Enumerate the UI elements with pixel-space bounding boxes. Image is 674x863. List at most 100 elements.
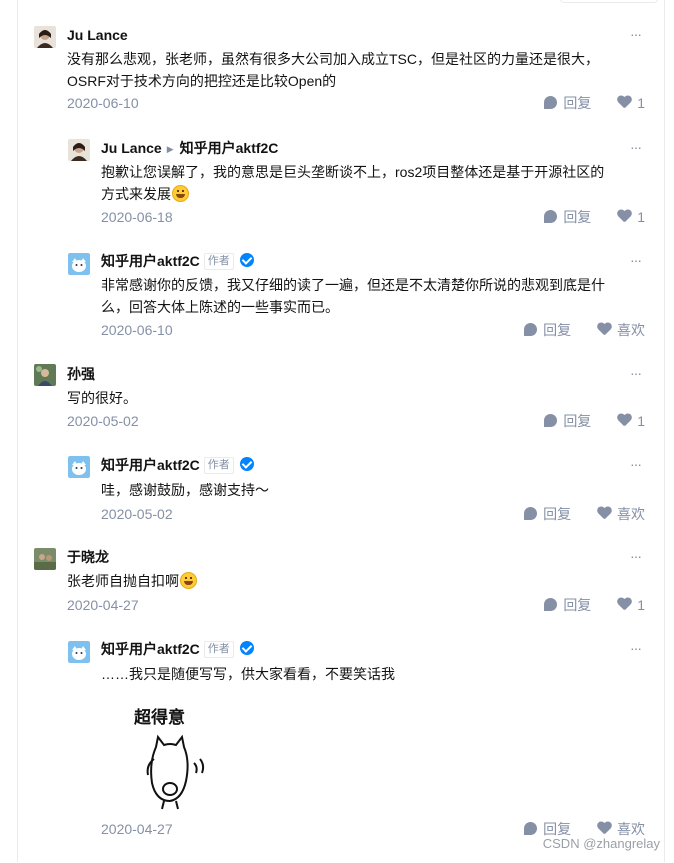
reply-button[interactable]: 回复 [524,504,571,524]
reply-header: 知乎用户aktf2C 作者 [101,251,254,271]
comment-text-line: 没有那么悲观，张老师，虽然有很多大公司加入成立TSC，但是社区的力量还是很大， [67,51,599,67]
comment-actions: 回复 喜欢 [502,504,645,524]
watermark: CSDN @zhangrelay [542,836,660,851]
sticker-image: 超得意 [124,701,214,818]
comment-text: 哇，感谢鼓励，感谢支持～ [101,479,269,501]
reply-label: 回复 [563,95,592,111]
comment-text: 非常感谢你的反馈，我又仔细的读了一遍，但还是不太清楚你所说的悲观到底是什 么，回… [101,274,605,318]
author-name[interactable]: 知乎用户aktf2C [101,457,200,473]
verified-icon [239,641,254,655]
more-icon[interactable]: ··· [630,548,642,564]
comment-text: 没有那么悲观，张老师，虽然有很多大公司加入成立TSC，但是社区的力量还是很大， … [67,48,599,92]
reply-label: 回复 [563,597,592,613]
comment-text: 抱歉让您误解了，我的意思是巨头垄断谈不上，ros2项目整体还是基于开源社区的 方… [101,161,604,205]
author-badge: 作者 [203,457,234,474]
author-name[interactable]: 于晓龙 [67,547,109,567]
more-icon[interactable]: ··· [630,365,642,381]
reply-icon [524,323,538,336]
comment-date: 2020-06-10 [101,322,173,338]
author-name[interactable]: Ju Lance [101,140,162,156]
heart-icon [617,414,631,427]
reply-header: 知乎用户aktf2C 作者 [101,639,254,659]
comment-text-line: 抱歉让您误解了，我的意思是巨头垄断谈不上，ros2项目整体还是基于开源社区的 [101,164,605,180]
like-button[interactable]: 喜欢 [597,504,645,524]
verified-icon [239,253,254,267]
reply-label: 回复 [563,413,592,429]
comment-text: 张老师自抛自扣啊 [67,570,197,592]
reply-to-arrow-icon: ▶ [166,144,174,154]
like-button[interactable]: 1 [617,411,645,431]
author-name[interactable]: Ju Lance [67,25,128,45]
reply-button[interactable]: 回复 [544,93,591,113]
reply-label: 回复 [543,322,572,338]
like-label: 1 [637,413,645,429]
more-icon[interactable]: ··· [630,26,642,42]
heart-icon [617,598,631,611]
reply-icon [524,507,538,520]
reply-to-name[interactable]: 知乎用户aktf2C [180,140,279,156]
grin-emoji-icon [172,185,189,202]
reply-button[interactable]: 回复 [544,595,591,615]
comment-actions: 回复 1 [522,93,645,113]
top-button[interactable] [560,0,658,3]
heart-icon [597,507,611,520]
like-button[interactable]: 喜欢 [597,320,645,340]
reply-icon [544,96,558,109]
sticker-caption: 超得意 [134,707,185,728]
like-button[interactable]: 1 [617,93,645,113]
like-button[interactable]: 1 [617,595,645,615]
reply-header: Ju Lance ▶ 知乎用户aktf2C [101,138,278,159]
reply-label: 回复 [563,209,592,225]
comment-date: 2020-06-18 [101,209,173,225]
author-name[interactable]: 知乎用户aktf2C [101,253,200,269]
heart-icon [597,323,611,336]
reply-icon [524,822,538,835]
author-badge: 作者 [203,641,234,658]
more-icon[interactable]: ··· [630,640,642,656]
verified-icon [239,457,254,471]
comment-text-line: 么，回答大体上陈述的一些事实而已。 [101,299,339,315]
comment-text-line: 写的很好。 [67,390,137,406]
comment-actions: 回复 1 [522,207,645,227]
heart-icon [617,96,631,109]
more-icon[interactable]: ··· [630,252,642,268]
avatar[interactable] [68,641,90,663]
comment-date: 2020-05-02 [67,413,139,429]
like-label: 喜欢 [617,506,645,522]
reply-label: 回复 [543,821,572,837]
comment-list: Ju Lance ··· 没有那么悲观，张老师，虽然有很多大公司加入成立TSC，… [17,0,665,862]
avatar[interactable] [68,139,90,161]
avatar[interactable] [34,26,56,48]
like-button[interactable]: 1 [617,207,645,227]
more-icon[interactable]: ··· [630,456,642,472]
like-label: 1 [637,209,645,225]
comment-date: 2020-04-27 [101,821,173,837]
reply-button[interactable]: 回复 [544,411,591,431]
avatar[interactable] [34,548,56,570]
more-icon[interactable]: ··· [630,139,642,155]
comment-actions: 回复 1 [522,411,645,431]
avatar[interactable] [34,364,56,386]
avatar[interactable] [68,253,90,275]
comment-text: ……我只是随便写写，供大家看看，不要笑话我 [101,663,395,685]
reply-button[interactable]: 回复 [524,320,571,340]
like-label: 1 [637,597,645,613]
comment-actions: 回复 喜欢 [502,320,645,340]
comment-text-line: 方式来发展 [101,186,171,202]
author-name[interactable]: 知乎用户aktf2C [101,641,200,657]
comment-date: 2020-05-02 [101,506,173,522]
reply-icon [544,598,558,611]
heart-icon [617,210,631,223]
reply-button[interactable]: 回复 [544,207,591,227]
reply-label: 回复 [543,506,572,522]
comment-text-line: ……我只是随便写写，供大家看看，不要笑话我 [101,666,395,682]
comment-text-line: 哇，感谢鼓励，感谢支持～ [101,482,269,498]
comment-text-line: 张老师自抛自扣啊 [67,573,179,589]
comment-text-line: 非常感谢你的反馈，我又仔细的读了一遍，但还是不太清楚你所说的悲观到底是什 [101,277,605,293]
avatar[interactable] [68,456,90,478]
author-name[interactable]: 孙强 [67,364,95,384]
reply-header: 知乎用户aktf2C 作者 [101,455,254,475]
like-label: 喜欢 [617,821,645,837]
heart-icon [597,822,611,835]
comment-actions: 回复 1 [522,595,645,615]
